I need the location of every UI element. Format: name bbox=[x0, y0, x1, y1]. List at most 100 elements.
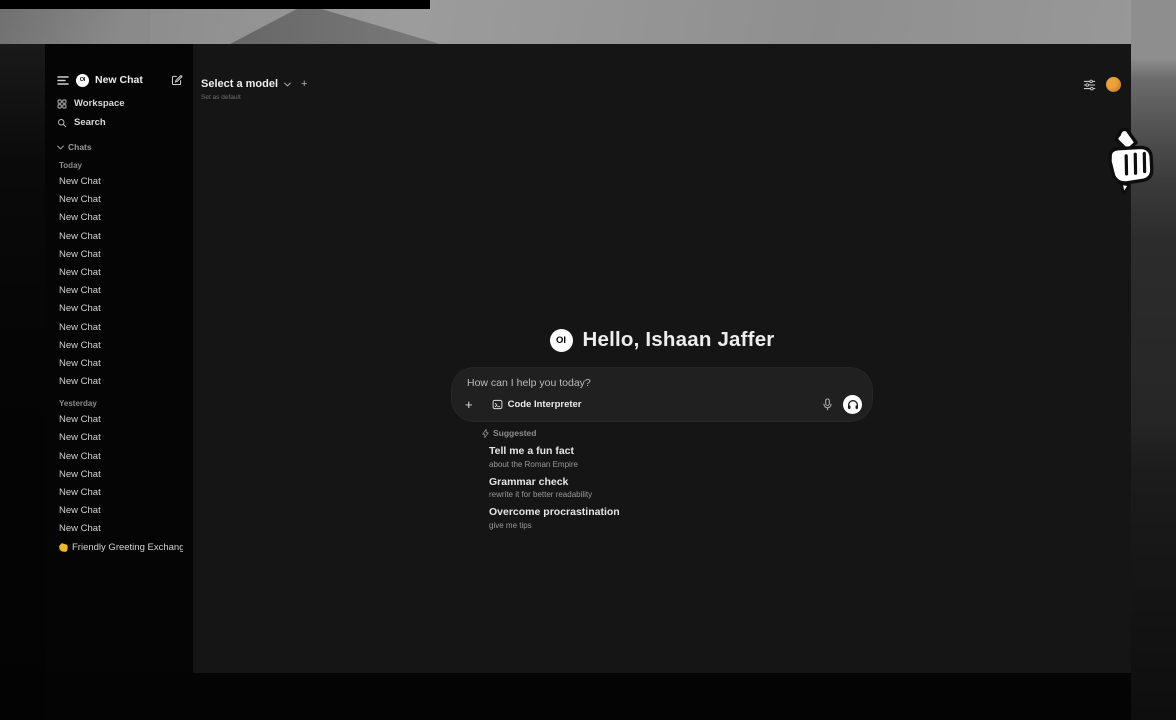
chat-item[interactable]: New Chat bbox=[57, 520, 183, 538]
main-area: Select a model + Set as default OI Hello… bbox=[193, 44, 1131, 673]
chat-label: New Chat bbox=[59, 484, 101, 502]
code-interpreter-toggle[interactable]: Code Interpreter bbox=[492, 399, 582, 410]
chat-label: New Chat bbox=[59, 429, 101, 447]
app-logo: OI bbox=[550, 329, 573, 352]
suggested-header: Suggested bbox=[452, 427, 872, 439]
sidebar-item-label: Search bbox=[74, 117, 106, 128]
chat-label: New Chat bbox=[59, 466, 101, 484]
chat-item[interactable]: New Chat bbox=[57, 246, 183, 264]
suggestion-list: Tell me a fun fact about the Roman Empire… bbox=[452, 445, 872, 530]
headphones-icon bbox=[847, 399, 859, 410]
top-right-controls bbox=[1083, 77, 1121, 92]
hero-section: OI Hello, Ishaan Jaffer + Code Interpret… bbox=[193, 328, 1131, 530]
chat-label: New Chat bbox=[59, 246, 101, 264]
suggestion-title: Grammar check bbox=[489, 476, 872, 488]
chat-item[interactable]: Friendly Greeting Exchange bbox=[57, 539, 183, 557]
suggestion-subtitle: rewrite it for better readability bbox=[489, 490, 872, 499]
set-as-default-button[interactable]: Set as default bbox=[201, 94, 307, 101]
chat-item[interactable]: New Chat bbox=[57, 264, 183, 282]
user-avatar[interactable] bbox=[1106, 77, 1121, 92]
chat-list: TodayNew ChatNew ChatNew ChatNew ChatNew… bbox=[57, 158, 183, 557]
chat-item[interactable]: New Chat bbox=[57, 484, 183, 502]
chats-section-label: Chats bbox=[68, 142, 92, 152]
wallpaper-black-bar bbox=[0, 0, 430, 9]
chat-label: New Chat bbox=[59, 319, 101, 337]
chat-item[interactable]: New Chat bbox=[57, 282, 183, 300]
chat-item[interactable]: New Chat bbox=[57, 173, 183, 191]
wallpaper-right-band bbox=[1131, 0, 1176, 720]
code-interpreter-label: Code Interpreter bbox=[508, 399, 582, 410]
sidebar-title: New Chat bbox=[95, 74, 171, 86]
suggestion-subtitle: give me tips bbox=[489, 521, 872, 530]
suggestion-subtitle: about the Roman Empire bbox=[489, 460, 872, 469]
controls-sliders-icon[interactable] bbox=[1083, 79, 1096, 91]
chat-label: Today bbox=[59, 161, 82, 170]
suggestion-item[interactable]: Grammar check rewrite it for better reada… bbox=[489, 476, 872, 500]
chat-label: New Chat bbox=[59, 502, 101, 520]
chat-label: New Chat bbox=[59, 173, 101, 191]
chat-item[interactable]: New Chat bbox=[57, 502, 183, 520]
microphone-icon[interactable] bbox=[822, 398, 833, 411]
chat-item[interactable]: New Chat bbox=[57, 337, 183, 355]
message-input[interactable] bbox=[467, 377, 767, 389]
suggestion-item[interactable]: Overcome procrastination give me tips bbox=[489, 506, 872, 530]
sidebar-header: OI New Chat bbox=[57, 72, 183, 88]
greeting-row: OI Hello, Ishaan Jaffer bbox=[550, 328, 775, 352]
chat-item[interactable]: New Chat bbox=[57, 466, 183, 484]
sidebar-toggle-icon[interactable] bbox=[57, 75, 69, 85]
chat-item[interactable]: New Chat bbox=[57, 209, 183, 227]
chat-label: New Chat bbox=[59, 373, 101, 391]
chat-label: New Chat bbox=[59, 209, 101, 227]
chat-label: New Chat bbox=[59, 282, 101, 300]
chat-label: New Chat bbox=[59, 264, 101, 282]
new-chat-icon[interactable] bbox=[171, 74, 183, 86]
chat-item[interactable]: New Chat bbox=[57, 319, 183, 337]
wallpaper-top-band bbox=[0, 0, 1176, 44]
chat-item[interactable]: New Chat bbox=[57, 355, 183, 373]
chat-label: New Chat bbox=[59, 228, 101, 246]
chat-item[interactable]: New Chat bbox=[57, 191, 183, 209]
chat-item[interactable]: New Chat bbox=[57, 228, 183, 246]
chat-label: New Chat bbox=[59, 300, 101, 318]
chat-label: New Chat bbox=[59, 355, 101, 373]
chat-item[interactable]: New Chat bbox=[57, 448, 183, 466]
app-logo: OI bbox=[76, 74, 89, 87]
bolt-icon bbox=[482, 429, 489, 438]
suggestion-title: Tell me a fun fact bbox=[489, 445, 872, 457]
attach-plus-button[interactable]: + bbox=[465, 398, 473, 411]
code-interpreter-icon bbox=[492, 399, 503, 410]
voice-call-button[interactable] bbox=[843, 395, 862, 414]
chevron-down-icon bbox=[57, 145, 64, 150]
sidebar-item-search[interactable]: Search bbox=[57, 113, 183, 132]
add-model-button[interactable]: + bbox=[301, 78, 307, 90]
wave-emoji bbox=[59, 543, 68, 552]
chat-item[interactable]: New Chat bbox=[57, 411, 183, 429]
composer-toolbar: + Code Interpreter bbox=[465, 395, 862, 414]
chats-section-header[interactable]: Chats bbox=[57, 140, 183, 154]
chat-label: Friendly Greeting Exchange bbox=[72, 539, 183, 557]
chat-item[interactable]: New Chat bbox=[57, 373, 183, 391]
greeting-text: Hello, Ishaan Jaffer bbox=[583, 328, 775, 352]
suggested-label: Suggested bbox=[493, 428, 536, 438]
chat-label: New Chat bbox=[59, 411, 101, 429]
chat-group-label: Yesterday bbox=[57, 396, 183, 411]
chevron-down-icon[interactable] bbox=[284, 82, 291, 87]
chat-label: New Chat bbox=[59, 520, 101, 538]
app-window: OI New Chat Workspace Search Chats Today… bbox=[45, 44, 1131, 673]
chat-item[interactable]: New Chat bbox=[57, 429, 183, 447]
wallpaper-left-band bbox=[0, 44, 45, 720]
suggestion-item[interactable]: Tell me a fun fact about the Roman Empire bbox=[489, 445, 872, 469]
chat-label: New Chat bbox=[59, 191, 101, 209]
model-selector-bar: Select a model + Set as default bbox=[201, 78, 307, 101]
suggestion-title: Overcome procrastination bbox=[489, 506, 872, 518]
wallpaper-bottom-band bbox=[45, 673, 1131, 720]
chat-label: New Chat bbox=[59, 448, 101, 466]
chat-label: New Chat bbox=[59, 337, 101, 355]
model-selector[interactable]: Select a model bbox=[201, 78, 278, 90]
chat-label: Yesterday bbox=[59, 399, 97, 408]
chat-item[interactable]: New Chat bbox=[57, 300, 183, 318]
sidebar: OI New Chat Workspace Search Chats Today… bbox=[45, 44, 193, 673]
search-icon bbox=[57, 118, 67, 128]
sidebar-item-workspace[interactable]: Workspace bbox=[57, 94, 183, 113]
message-composer[interactable]: + Code Interpreter bbox=[452, 368, 872, 421]
